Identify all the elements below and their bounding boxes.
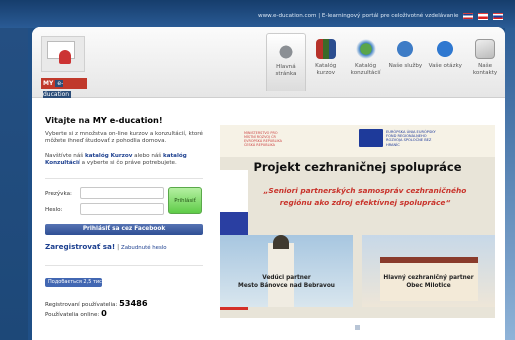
castle-photo xyxy=(362,235,495,307)
eu-fund-logo: EURÓPSKA ÚNIA EURÓPSKY FOND REGIONÁLNEHO… xyxy=(386,130,436,147)
books-icon xyxy=(315,39,336,59)
registered-users: Registrovaní používatelia: 53486 xyxy=(45,298,148,308)
right-background xyxy=(505,28,515,340)
nav-services-label: Naše služby xyxy=(388,63,423,69)
nav-contacts-label: Naše kontakty xyxy=(472,63,498,76)
username-label: Prezývka: xyxy=(45,191,72,197)
caption-left-role: Vedúci partner xyxy=(262,275,311,281)
register-row: Zaregistrovať sa! | Zabudnuté heslo xyxy=(45,242,167,251)
catalog-text-c: a vyberte si čo práve potrebujete. xyxy=(79,160,177,167)
banner-title: Projekt cezhraničnej spolupráce xyxy=(253,160,462,174)
mail-icon xyxy=(475,39,496,59)
church-spire xyxy=(273,235,289,249)
facebook-like-button[interactable]: Подобається 2,5 тис. xyxy=(45,278,103,287)
password-label: Heslo: xyxy=(45,207,63,213)
eu-flag-icon xyxy=(359,129,383,147)
cz-flag-icon[interactable] xyxy=(478,12,489,20)
header: MY e-ducation Hlavná stránka Katalóg kur… xyxy=(32,27,505,98)
password-input[interactable] xyxy=(80,203,164,215)
catalog-text-a: Navštívte náš xyxy=(45,153,85,159)
caption-left: Vedúci partner Mesto Bánovce nad Bebravou xyxy=(220,274,353,290)
divider-2 xyxy=(45,265,203,266)
banner-logos: MINISTERSTVO PRO MÍSTNÍ ROZVOJ ČR EVROPS… xyxy=(220,125,495,157)
welcome-catalog-text: Navštívte náš katalóg Kurzov alebo náš k… xyxy=(45,153,205,167)
globe-icon xyxy=(395,39,416,59)
welcome-prefix: Vitajte na xyxy=(45,115,93,125)
top-bar: www.e-ducation.com | E-learningový portá… xyxy=(258,9,508,23)
logo-person-icon xyxy=(59,50,71,64)
facebook-login-button[interactable]: Prihlásiť sa cez Facebook xyxy=(45,224,203,235)
catalog-text-b: alebo náš xyxy=(132,153,163,159)
welcome-brand: MY e-ducation xyxy=(92,115,159,125)
logo-label: MY e-ducation xyxy=(41,78,87,98)
online-value: 0 xyxy=(101,308,107,318)
cz-ministry-logo: MINISTERSTVO PRO MÍSTNÍ ROZVOJ ČR EVROPS… xyxy=(244,131,282,147)
nav-consultations-label: Katalóg konzultácií xyxy=(350,63,381,76)
caption-right: Hlavný cezhraničný partner Obec Milotice xyxy=(362,274,495,290)
welcome-heading: Vitajte na MY e-ducation! xyxy=(45,115,163,125)
site-logo[interactable]: MY e-ducation xyxy=(39,34,87,98)
nav-questions-label: Vaše otázky xyxy=(428,63,462,69)
nav-contacts[interactable]: Naše kontakty xyxy=(465,33,505,91)
caption-left-name: Mesto Bánovce nad Bebravou xyxy=(238,283,335,289)
main-page: MY e-ducation Hlavná stránka Katalóg kur… xyxy=(32,27,505,340)
online-users: Používatelia online: 0 xyxy=(45,308,107,318)
project-banner[interactable]: MINISTERSTVO PRO MÍSTNÍ ROZVOJ ČR EVROPS… xyxy=(220,125,495,318)
course-catalog-link[interactable]: katalóg Kurzov xyxy=(85,153,132,159)
registered-value: 53486 xyxy=(119,298,148,308)
slider-dot[interactable] xyxy=(355,325,360,330)
consult-icon xyxy=(355,39,376,59)
logo-brand-a: MY xyxy=(43,80,54,87)
home-icon xyxy=(275,40,296,60)
top-bar-text: www.e-ducation.com | E-learningový portá… xyxy=(258,13,459,19)
nav-services[interactable]: Naše služby xyxy=(386,33,426,91)
forgot-password-link[interactable]: Zabudnuté heslo xyxy=(121,245,167,251)
en-flag-icon[interactable] xyxy=(463,12,474,20)
online-label: Používatelia online: xyxy=(45,312,100,318)
nav-courses-label: Katalóg kurzov xyxy=(315,63,337,76)
main-nav: Hlavná stránka Katalóg kurzov Katalóg ko… xyxy=(266,33,505,97)
sk-flag-icon[interactable] xyxy=(493,12,504,20)
caption-right-role: Hlavný cezhraničný partner xyxy=(383,275,474,281)
nav-courses[interactable]: Katalóg kurzov xyxy=(306,33,346,91)
caption-right-name: Obec Milotice xyxy=(406,283,451,289)
nav-consultations[interactable]: Katalóg konzultácií xyxy=(346,33,386,91)
welcome-suffix: ! xyxy=(158,115,163,125)
welcome-text: Vyberte si z množstva on-line kurzov a k… xyxy=(45,131,203,145)
username-input[interactable] xyxy=(80,187,164,199)
church-photo xyxy=(220,235,353,307)
question-icon xyxy=(435,39,456,59)
left-background xyxy=(0,28,28,340)
divider xyxy=(45,178,203,179)
nav-home[interactable]: Hlavná stránka xyxy=(266,33,306,91)
banner-subtitle: „Seniori partnerských samospráv cezhrani… xyxy=(263,186,467,207)
nav-home-label: Hlavná stránka xyxy=(275,64,297,77)
nav-questions[interactable]: Vaše otázky xyxy=(425,33,465,91)
register-link[interactable]: Zaregistrovať sa! xyxy=(45,242,115,251)
login-button[interactable]: Prihlásiť xyxy=(168,187,202,214)
